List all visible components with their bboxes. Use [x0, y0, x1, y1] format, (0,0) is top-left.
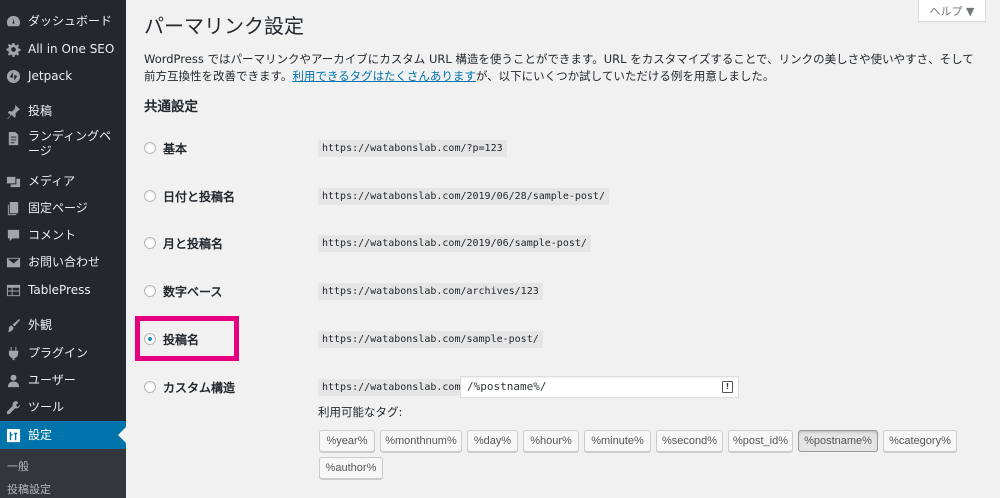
- menu-item-tablepress[interactable]: TablePress: [0, 280, 126, 300]
- menu-item-all-in-one-seo[interactable]: All in One SEO: [0, 39, 126, 59]
- custom-base-url: https://watabonslab.com: [318, 378, 465, 396]
- menu-item-label: ツール: [28, 399, 65, 414]
- tag-button-monthnum[interactable]: %monthnum%: [380, 430, 462, 452]
- menu-item-label: TablePress: [28, 282, 91, 297]
- example-url: https://watabonslab.com/archives/123: [318, 282, 543, 300]
- radio-numeric[interactable]: [144, 285, 156, 297]
- section-title: 共通設定: [144, 99, 198, 115]
- available-tags-link[interactable]: 利用できるタグはたくさんあります: [292, 69, 476, 83]
- tag-button-minute[interactable]: %minute%: [584, 430, 651, 452]
- radio-day-name[interactable]: [144, 190, 156, 202]
- menu-item-contact[interactable]: お問い合わせ: [0, 252, 126, 272]
- menu-item-label: Jetpack: [28, 68, 73, 83]
- tag-button-postname[interactable]: %postname%: [798, 430, 878, 452]
- menu-item-label: コメント: [28, 227, 77, 242]
- menu-item-label: All in One SEO: [28, 41, 115, 56]
- menu-item-plugins[interactable]: プラグイン: [0, 343, 126, 363]
- permalink-option-plain: 基本 https://watabonslab.com/?p=123: [126, 138, 1000, 158]
- menu-item-label: お問い合わせ: [28, 254, 101, 269]
- menu-item-tools[interactable]: ツール: [0, 397, 126, 417]
- radio-month-name[interactable]: [144, 237, 156, 249]
- input-alert-icon: !: [722, 381, 733, 393]
- option-label[interactable]: 基本: [163, 140, 187, 157]
- permalink-option-numeric: 数字ベース https://watabonslab.com/archives/1…: [126, 281, 1000, 301]
- custom-structure-input[interactable]: /%postname%/: [460, 376, 739, 398]
- highlight-box: [135, 316, 239, 361]
- table-icon: [5, 282, 21, 298]
- tag-button-hour[interactable]: %hour%: [523, 430, 579, 452]
- menu-item-media[interactable]: メディア: [0, 171, 126, 191]
- permalink-option-post-name: 投稿名 https://watabonslab.com/sample-post/: [126, 329, 1000, 349]
- permalink-option-day-name: 日付と投稿名 https://watabonslab.com/2019/06/2…: [126, 186, 1000, 206]
- tag-button-day[interactable]: %day%: [467, 430, 518, 452]
- available-tags-label: 利用可能なタグ:: [318, 405, 403, 419]
- option-label[interactable]: 数字ベース: [163, 283, 222, 300]
- jetpack-icon: [5, 68, 21, 84]
- tag-button-author[interactable]: %author%: [319, 457, 383, 479]
- tag-button-category[interactable]: %category%: [883, 430, 957, 452]
- menu-item-users[interactable]: ユーザー: [0, 370, 126, 390]
- active-menu-arrow: [118, 427, 126, 443]
- intro-text-part2: が、以下にいくつか試していただける例を用意しました。: [475, 69, 775, 83]
- menu-item-dashboard[interactable]: ダッシュボード: [0, 11, 126, 31]
- admin-sidebar: ダッシュボード All in One SEO Jetpack 投稿 ランディング…: [0, 0, 126, 498]
- tag-button-post-id[interactable]: %post_id%: [728, 430, 793, 452]
- menu-item-label: ダッシュボード: [28, 13, 113, 28]
- gear-icon: [5, 41, 21, 57]
- option-label[interactable]: カスタム構造: [163, 379, 235, 396]
- example-url: https://watabonslab.com/2019/06/sample-p…: [318, 234, 591, 252]
- help-tab-button[interactable]: ヘルプ ▼: [918, 0, 986, 22]
- submenu-item-general[interactable]: 一般: [7, 458, 29, 474]
- settings-icon: [5, 427, 21, 443]
- menu-item-label: 投稿: [28, 103, 53, 118]
- radio-plain[interactable]: [144, 142, 156, 154]
- plugin-icon: [5, 345, 21, 361]
- page-title: パーマリンク設定: [144, 14, 304, 38]
- menu-item-jetpack[interactable]: Jetpack: [0, 66, 126, 86]
- permalink-option-month-name: 月と投稿名 https://watabonslab.com/2019/06/sa…: [126, 233, 1000, 253]
- tag-button-year[interactable]: %year%: [319, 430, 375, 452]
- wrench-icon: [5, 399, 21, 415]
- menu-item-label: 設定: [28, 427, 53, 442]
- example-url: https://watabonslab.com/sample-post/: [318, 330, 543, 348]
- page-icon: [5, 200, 21, 216]
- mail-icon: [5, 254, 21, 270]
- menu-item-label: ランディングページ: [28, 129, 112, 158]
- option-label[interactable]: 月と投稿名: [163, 235, 223, 252]
- media-icon: [5, 173, 21, 189]
- example-url: https://watabonslab.com/?p=123: [318, 139, 507, 157]
- menu-item-label: 固定ページ: [28, 200, 88, 215]
- dashboard-icon: [5, 13, 21, 29]
- menu-item-comments[interactable]: コメント: [0, 225, 126, 245]
- tag-button-second[interactable]: %second%: [656, 430, 723, 452]
- menu-item-label: 外観: [28, 317, 53, 332]
- menu-item-settings[interactable]: 設定: [0, 421, 126, 449]
- user-icon: [5, 372, 21, 388]
- menu-item-appearance[interactable]: 外観: [0, 315, 126, 335]
- brush-icon: [5, 317, 21, 333]
- option-label[interactable]: 日付と投稿名: [163, 188, 235, 205]
- menu-item-posts[interactable]: 投稿: [0, 101, 126, 121]
- submenu-item-writing[interactable]: 投稿設定: [7, 481, 51, 497]
- menu-item-label: プラグイン: [28, 345, 89, 360]
- example-url: https://watabonslab.com/2019/06/28/sampl…: [318, 187, 609, 205]
- landing-page-icon: [5, 130, 21, 146]
- menu-item-landing-pages[interactable]: ランディングページ: [0, 129, 126, 163]
- menu-item-label: ユーザー: [28, 372, 76, 387]
- pin-icon: [5, 103, 21, 119]
- comment-icon: [5, 227, 21, 243]
- settings-submenu: 一般 投稿設定: [0, 449, 126, 498]
- menu-item-label: メディア: [28, 173, 76, 188]
- menu-item-pages[interactable]: 固定ページ: [0, 198, 126, 218]
- radio-custom[interactable]: [144, 381, 156, 393]
- intro-text: WordPress ではパーマリンクやアーカイブにカスタム URL 構造を使うこ…: [144, 51, 984, 85]
- main-content: パーマリンク設定 ヘルプ ▼ WordPress ではパーマリンクやアーカイブに…: [126, 0, 1000, 498]
